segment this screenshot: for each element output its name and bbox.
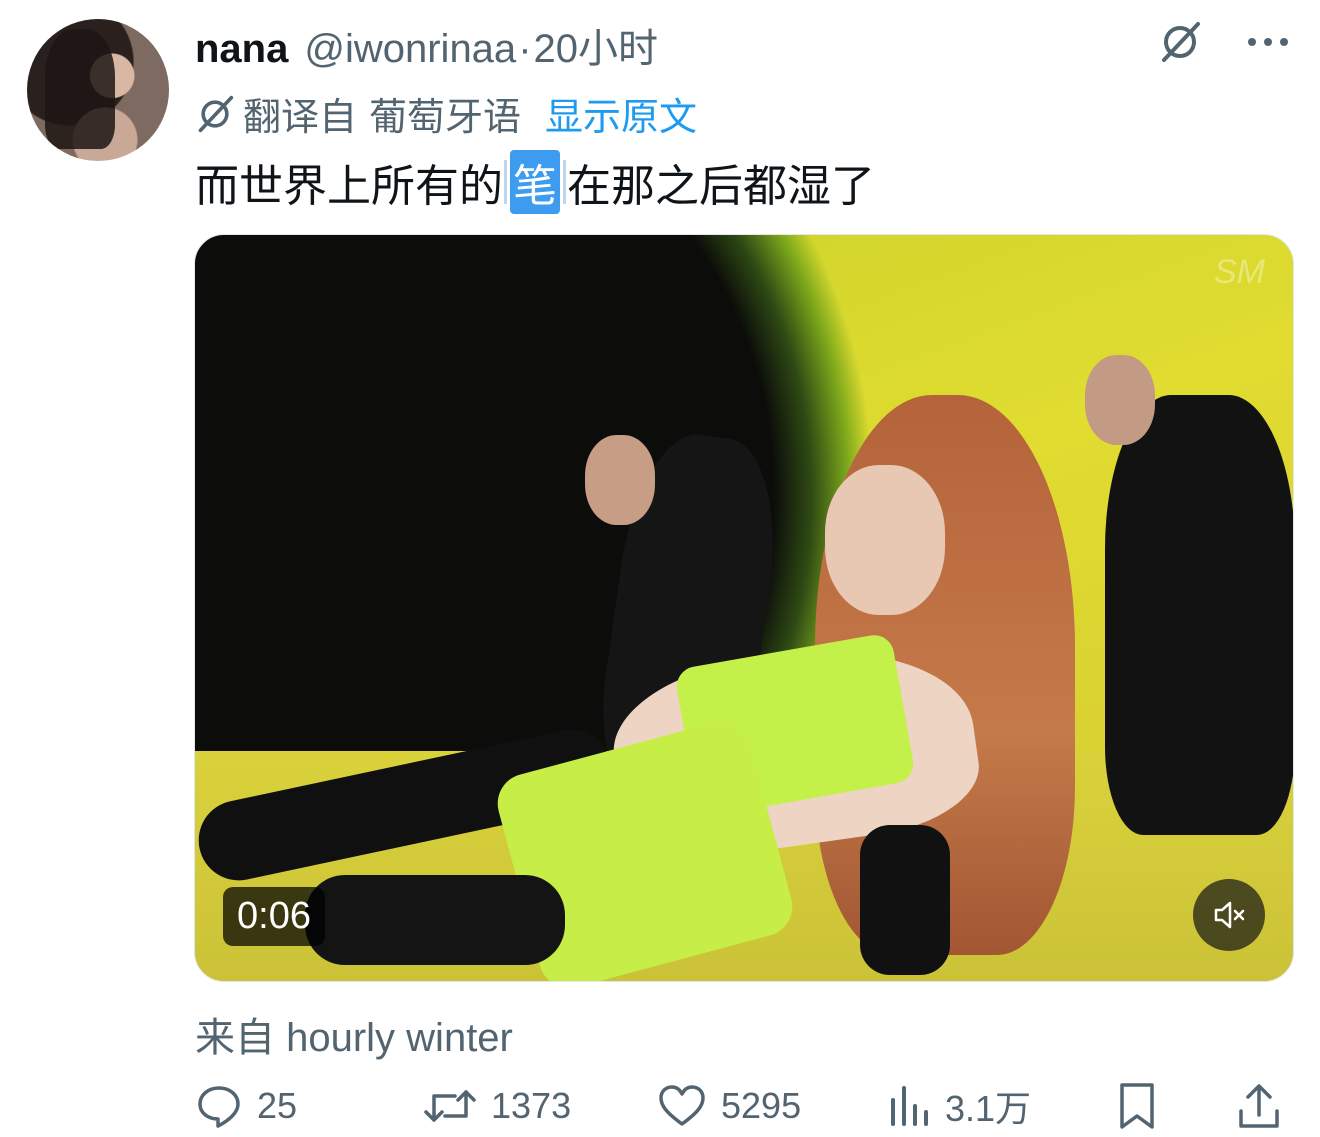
- action-bar: 25 1373 5295 3.1万: [195, 1078, 1295, 1134]
- selected-text[interactable]: 笔: [510, 150, 560, 214]
- mute-icon: [1214, 901, 1245, 929]
- main-dancer-face: [825, 465, 945, 615]
- reply-icon: [198, 1086, 240, 1128]
- tweet-text-part: 而世界上所有的: [195, 162, 503, 211]
- avatar[interactable]: [27, 19, 169, 161]
- source-language: 葡萄牙语: [369, 97, 522, 139]
- source-attribution[interactable]: 来自 hourly winter: [195, 1005, 513, 1063]
- reply-button[interactable]: 25: [195, 1078, 297, 1134]
- selection-handle[interactable]: [563, 160, 566, 204]
- like-button[interactable]: 5295: [657, 1078, 801, 1134]
- views-button[interactable]: 3.1万: [887, 1078, 1031, 1134]
- retweet-button[interactable]: 1373: [423, 1078, 571, 1134]
- top-actions: [1156, 18, 1292, 66]
- bookmark-button[interactable]: [1117, 1078, 1157, 1134]
- dancer-face: [1085, 355, 1155, 445]
- show-original-link[interactable]: 显示原文: [545, 86, 697, 141]
- separator: ·: [518, 27, 532, 71]
- video-duration: 0:06: [223, 887, 325, 946]
- dancer-figure: [1105, 395, 1293, 835]
- tweet-header: nana @iwonrinaa · 20小时: [195, 16, 658, 71]
- retweet-icon: [424, 1090, 476, 1122]
- tweet-text: 而世界上所有的 笔 在那之后都湿了: [195, 150, 875, 214]
- heart-icon: [659, 1085, 705, 1126]
- tweet-text-part: 在那之后都湿了: [567, 162, 875, 211]
- translation-bar: 翻译自 葡萄牙语 显示原文: [195, 86, 697, 141]
- grok-button[interactable]: [1156, 18, 1204, 66]
- slash-circle-icon: [1162, 22, 1200, 62]
- main-dancer-glove: [860, 825, 950, 975]
- views-icon: [891, 1086, 928, 1126]
- like-count: 5295: [721, 1085, 802, 1126]
- video-watermark: SM: [1214, 253, 1265, 291]
- share-button[interactable]: [1237, 1078, 1281, 1134]
- dancer-leg: [305, 875, 565, 965]
- more-button[interactable]: [1244, 18, 1292, 66]
- reply-count: 25: [257, 1085, 298, 1126]
- timestamp[interactable]: 20小时: [534, 16, 659, 74]
- more-icon: [1248, 38, 1288, 46]
- translate-icon: [198, 95, 234, 132]
- selection-handle[interactable]: [504, 160, 507, 204]
- view-count: 3.1万: [945, 1088, 1032, 1129]
- share-icon: [1239, 1084, 1279, 1128]
- author-handle[interactable]: @iwonrinaa: [304, 27, 516, 72]
- video-player[interactable]: SM 0:06: [194, 234, 1294, 982]
- mute-button[interactable]: [1193, 879, 1265, 951]
- bookmark-icon: [1120, 1083, 1154, 1129]
- translated-from-label: 翻译自: [243, 97, 358, 139]
- dancer-face: [585, 435, 655, 525]
- retweet-count: 1373: [491, 1085, 572, 1126]
- author-name[interactable]: nana: [195, 27, 288, 72]
